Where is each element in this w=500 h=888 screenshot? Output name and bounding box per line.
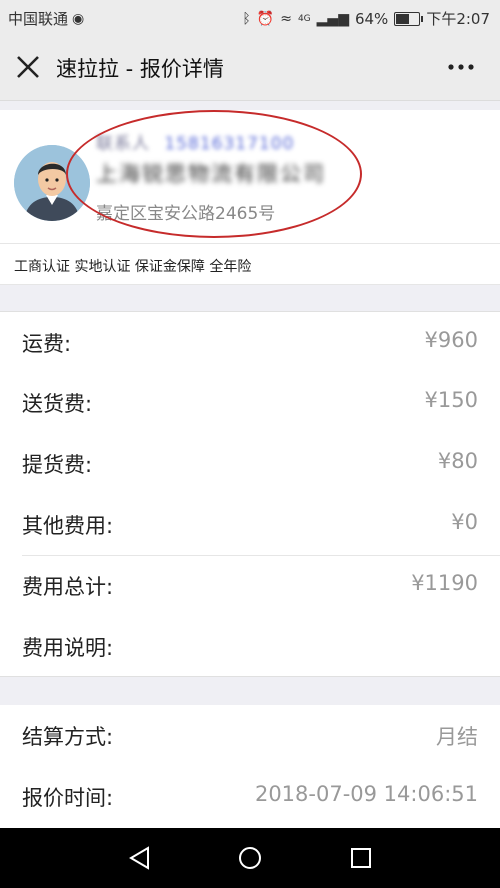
fee-label: 费用说明:: [22, 636, 114, 660]
nav-bar: 速拉拉 - 报价详情: [0, 34, 500, 101]
fee-value: ¥960: [424, 328, 478, 352]
settle-value: 2018-07-09 14:06:51: [254, 782, 478, 806]
fee-value: ¥1190: [411, 571, 478, 595]
battery-fill: [396, 13, 410, 24]
bluetooth-icon: ᛒ: [242, 10, 251, 27]
section-gap: [0, 285, 500, 312]
fee-label: 提货费:: [22, 453, 93, 477]
settlement-section: 结算方式: 月结 报价时间: 2018-07-09 14:06:51: [0, 705, 500, 828]
alarm-icon: ⏰: [256, 10, 275, 27]
close-button[interactable]: [14, 53, 42, 81]
fee-section: 运费: ¥960 送货费: ¥150 提货费: ¥80 其他费用: ¥0 费用总…: [0, 312, 500, 676]
section-gap: [0, 676, 500, 706]
back-button[interactable]: [126, 844, 154, 872]
fee-row-delivery: 送货费: ¥150: [0, 372, 500, 432]
settle-label: 报价时间:: [22, 786, 114, 810]
fee-row-pickup: 提货费: ¥80: [0, 433, 500, 493]
home-button[interactable]: [236, 844, 264, 872]
signal-icon: ▂▄▆: [316, 10, 349, 27]
fee-label: 费用总计:: [22, 575, 114, 599]
status-bar: 中国联通 ◉ ᛒ ⏰ ≈ 4G ▂▄▆ 64% 下午2:07: [0, 0, 500, 34]
recents-button[interactable]: [347, 844, 375, 872]
fee-row-notes: 费用说明:: [0, 616, 500, 676]
fee-value: ¥150: [424, 388, 478, 412]
carrier-name: 中国联通: [8, 10, 69, 28]
tags-text: 工商认证 实地认证 保证金保障 全年险: [14, 259, 252, 275]
battery-percent: 64%: [354, 9, 389, 28]
fee-row-total: 费用总计: ¥1190: [0, 555, 500, 615]
system-nav-bar: [0, 828, 500, 888]
fee-value: ¥80: [437, 449, 478, 473]
more-icon: [448, 64, 474, 70]
home-icon: [239, 847, 261, 869]
red-highlight-annotation: [66, 110, 362, 238]
recents-icon: [351, 848, 371, 868]
nfc-icon: ◉: [72, 10, 85, 27]
status-left: 中国联通 ◉: [8, 8, 84, 29]
settlement-method-row: 结算方式: 月结: [0, 705, 500, 765]
fee-row-freight: 运费: ¥960: [0, 312, 500, 372]
fee-label: 送货费:: [22, 392, 93, 416]
fee-row-other: 其他费用: ¥0: [0, 494, 500, 554]
settle-label: 结算方式:: [22, 725, 114, 749]
fee-label: 运费:: [22, 332, 72, 356]
certification-tags: 工商认证 实地认证 保证金保障 全年险: [0, 244, 500, 285]
close-icon: [17, 56, 39, 78]
back-icon: [129, 846, 149, 870]
page-title: 速拉拉 - 报价详情: [56, 57, 224, 81]
more-button[interactable]: [446, 54, 476, 80]
battery-icon: [394, 11, 424, 26]
clock: 下午2:07: [426, 10, 490, 28]
fee-value: ¥0: [451, 510, 478, 534]
quote-time-row: 报价时间: 2018-07-09 14:06:51: [0, 766, 500, 826]
wifi-icon: ≈: [280, 10, 292, 27]
status-right: ᛒ ⏰ ≈ 4G ▂▄▆ 64% 下午2:07: [242, 8, 490, 29]
settle-value: 月结: [436, 725, 478, 749]
fee-label: 其他费用:: [22, 514, 114, 538]
network-type: 4G: [297, 13, 311, 24]
